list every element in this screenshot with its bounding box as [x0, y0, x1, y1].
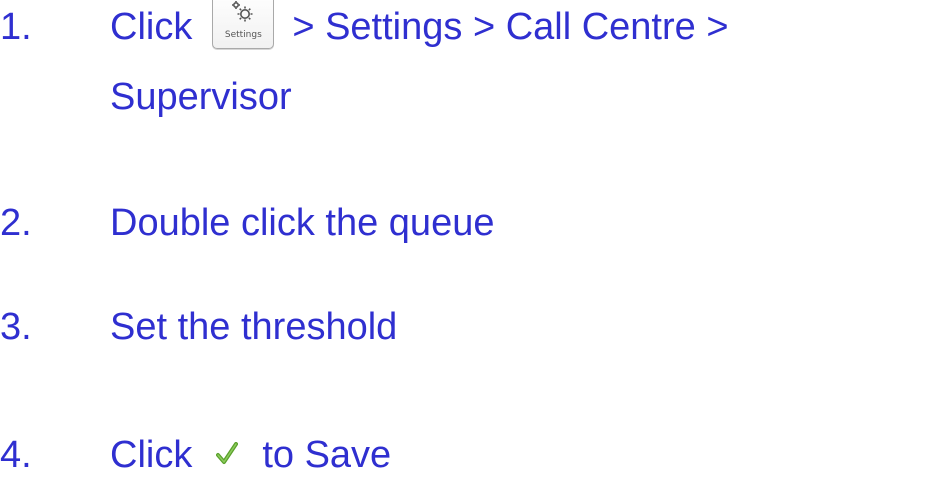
step-number: 1. [0, 6, 32, 48]
menu-path: > Settings > Call Centre > [292, 6, 729, 48]
settings-button[interactable]: Settings [212, 0, 275, 50]
step-number: 2. [0, 202, 32, 244]
menu-path-continued: Supervisor [110, 76, 292, 118]
step-number: 4. [0, 434, 32, 476]
step-text: Double click the queue [110, 202, 495, 244]
save-text: to Save [262, 434, 392, 476]
step-number: 3. [0, 306, 32, 348]
click-word: Click [110, 434, 193, 476]
click-word: Click [110, 6, 193, 48]
step-text: Click to Save [110, 432, 391, 478]
settings-button-label: Settings [224, 30, 262, 41]
checkmark-icon[interactable] [216, 441, 239, 466]
step-text: Set the threshold [110, 306, 398, 348]
gear-icon [232, 1, 253, 22]
step-text: Click Settings > Settings > Call Centre … [110, 0, 729, 50]
